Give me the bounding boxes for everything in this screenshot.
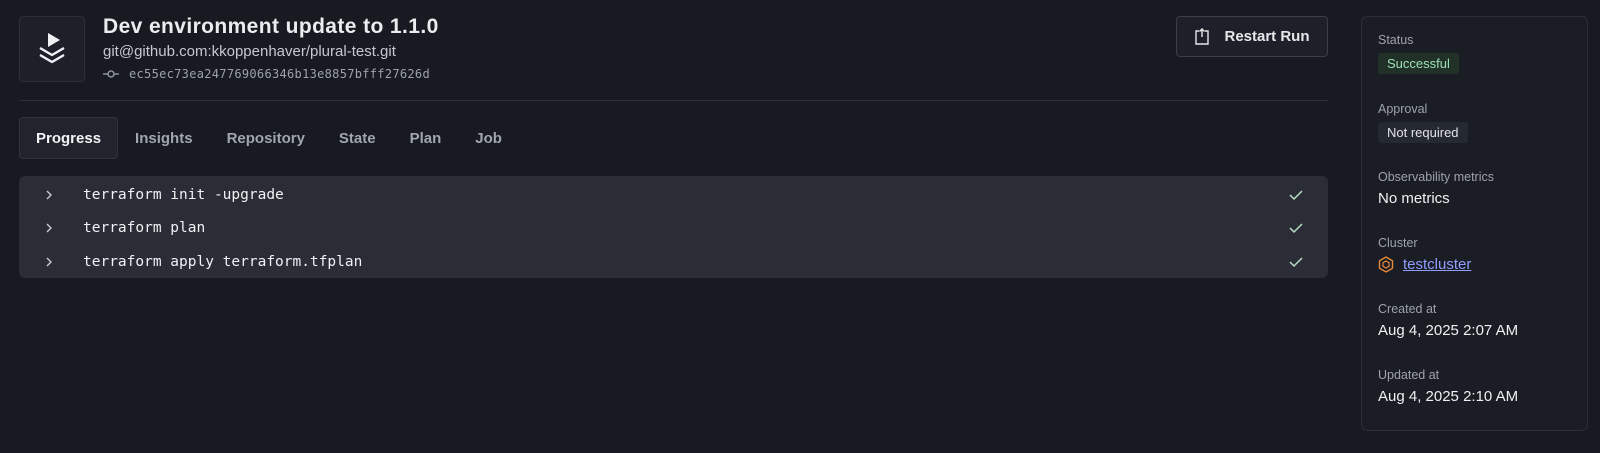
created-section: Created at Aug 4, 2025 2:07 AM [1378, 302, 1518, 339]
status-badge: Successful [1378, 53, 1459, 74]
stack-layers-icon [39, 33, 65, 64]
approval-section: Approval Not required [1378, 102, 1468, 143]
step-command: terraform init -upgrade [83, 186, 284, 203]
created-value: Aug 4, 2025 2:07 AM [1378, 322, 1519, 339]
status-label: Status [1378, 33, 1414, 47]
git-commit-icon [103, 70, 119, 78]
step-command: terraform apply terraform.tfplan [83, 253, 363, 270]
tab-repository[interactable]: Repository [210, 117, 322, 159]
cluster-row: testcluster [1378, 256, 1471, 273]
stack-run-page: Dev environment update to 1.1.0 git@gith… [0, 0, 1600, 453]
updated-value: Aug 4, 2025 2:10 AM [1378, 388, 1519, 405]
chevron-right-icon [46, 257, 52, 267]
updated-label: Updated at [1378, 368, 1440, 382]
cluster-icon [1378, 256, 1394, 273]
step-row[interactable]: terraform plan [19, 212, 1328, 246]
commit-row: ec55ec73ea247769066346b13e8857bfff27626d [103, 67, 430, 81]
observability-label: Observability metrics [1378, 170, 1494, 184]
tab-state[interactable]: State [322, 117, 393, 159]
run-details-sidebar: Status Successful Approval Not required … [1361, 16, 1588, 431]
observability-section: Observability metrics No metrics [1378, 170, 1494, 207]
step-row[interactable]: terraform apply terraform.tfplan [19, 245, 1328, 279]
check-icon [1289, 257, 1303, 267]
chevron-right-icon [46, 190, 52, 200]
chevron-right-icon [46, 223, 52, 233]
header-divider [19, 100, 1328, 101]
tab-insights[interactable]: Insights [118, 117, 210, 159]
run-steps-list: terraform init -upgrade terraform plan t… [19, 176, 1328, 278]
repository-url: git@github.com:kkoppenhaver/plural-test.… [103, 43, 396, 60]
run-title: Dev environment update to 1.1.0 [103, 15, 439, 38]
run-tabs: Progress Insights Repository State Plan … [19, 117, 519, 159]
cluster-link[interactable]: testcluster [1403, 256, 1471, 273]
observability-value: No metrics [1378, 190, 1450, 207]
restart-run-button[interactable]: Restart Run [1176, 16, 1328, 57]
stack-logo [19, 16, 85, 82]
cluster-label: Cluster [1378, 236, 1418, 250]
status-section: Status Successful [1378, 33, 1459, 74]
approval-label: Approval [1378, 102, 1428, 116]
restart-run-label: Restart Run [1224, 28, 1310, 45]
created-label: Created at [1378, 302, 1437, 316]
tab-job[interactable]: Job [458, 117, 519, 159]
step-row[interactable]: terraform init -upgrade [19, 178, 1328, 212]
approval-badge: Not required [1378, 122, 1468, 143]
check-icon [1289, 190, 1303, 200]
commit-sha: ec55ec73ea247769066346b13e8857bfff27626d [129, 67, 430, 81]
updated-section: Updated at Aug 4, 2025 2:10 AM [1378, 368, 1518, 405]
tab-plan[interactable]: Plan [393, 117, 459, 159]
step-command: terraform plan [83, 220, 206, 237]
cluster-section: Cluster testcluster [1378, 236, 1471, 273]
restart-icon [1195, 28, 1210, 45]
tab-progress[interactable]: Progress [19, 117, 119, 159]
check-icon [1289, 223, 1303, 234]
